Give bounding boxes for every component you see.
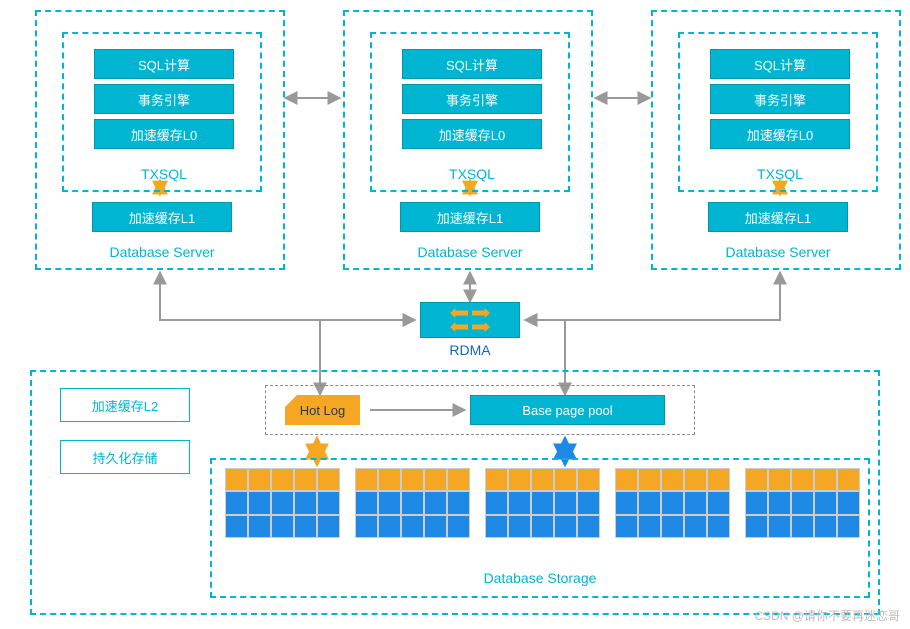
cache-l1-box: 加速缓存L1 [400, 202, 540, 232]
db-server-3: SQL计算 事务引擎 加速缓存L0 TXSQL 加速缓存L1 Database … [651, 10, 901, 270]
cache-l0-box: 加速缓存L0 [402, 119, 542, 149]
cache-l0-box: 加速缓存L0 [710, 119, 850, 149]
sql-compute-box: SQL计算 [710, 49, 850, 79]
watermark-text: CSDN @请你不要再迷恋哥 [754, 607, 900, 624]
txsql-label: TXSQL [680, 166, 880, 182]
txn-engine-box: 事务引擎 [402, 84, 542, 114]
persist-label: 持久化存储 [60, 440, 190, 474]
db-server-2: SQL计算 事务引擎 加速缓存L0 TXSQL 加速缓存L1 Database … [343, 10, 593, 270]
base-page-pool-box: Base page pool [470, 395, 665, 425]
cache-l2-label: 加速缓存L2 [60, 388, 190, 422]
cache-l0-box: 加速缓存L0 [94, 119, 234, 149]
txn-engine-box: 事务引擎 [710, 84, 850, 114]
sql-compute-box: SQL计算 [94, 49, 234, 79]
db-server-label: Database Server [62, 244, 262, 260]
cache-l1-box: 加速缓存L1 [708, 202, 848, 232]
rdma-switch [420, 302, 520, 338]
txn-engine-box: 事务引擎 [94, 84, 234, 114]
database-storage-label: Database Storage [440, 570, 640, 586]
db-server-label: Database Server [678, 244, 878, 260]
db-server-label: Database Server [370, 244, 570, 260]
sql-compute-box: SQL计算 [402, 49, 542, 79]
txsql-box: SQL计算 事务引擎 加速缓存L0 TXSQL [370, 32, 570, 192]
hot-log-box: Hot Log [285, 395, 360, 425]
db-server-1: SQL计算 事务引擎 加速缓存L0 TXSQL 加速缓存L1 Database … [35, 10, 285, 270]
txsql-box: SQL计算 事务引擎 加速缓存L0 TXSQL [678, 32, 878, 192]
txsql-label: TXSQL [64, 166, 264, 182]
rdma-label: RDMA [370, 342, 570, 358]
switch-arrows-icon [450, 308, 490, 332]
txsql-label: TXSQL [372, 166, 572, 182]
txsql-box: SQL计算 事务引擎 加速缓存L0 TXSQL [62, 32, 262, 192]
cache-l1-box: 加速缓存L1 [92, 202, 232, 232]
